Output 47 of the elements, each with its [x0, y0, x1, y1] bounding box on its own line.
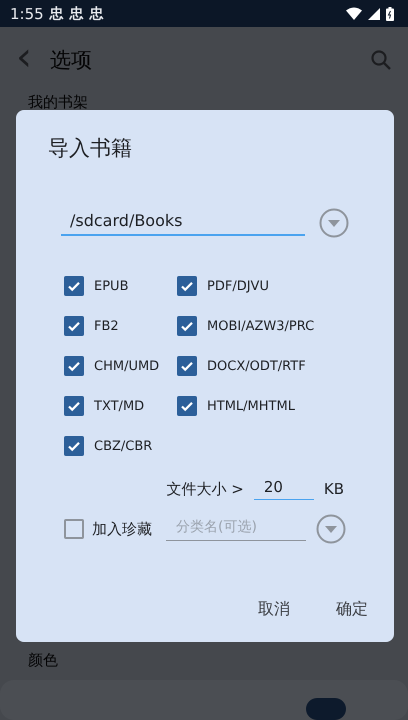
check-icon [180, 319, 194, 333]
notification-icon: 忠 [70, 4, 84, 22]
section-title: 颜色 [28, 651, 59, 670]
toggle-switch[interactable] [306, 698, 346, 720]
path-field[interactable]: /sdcard/Books [61, 210, 305, 236]
checkbox[interactable] [64, 436, 84, 456]
notification-icon: 忠 [90, 4, 104, 22]
check-icon [67, 439, 81, 453]
checkbox[interactable] [64, 316, 84, 336]
notification-icon: 忠 [50, 4, 64, 22]
page-title: 选项 [50, 47, 93, 74]
checkbox-label: MOBI/AZW3/PRC [207, 318, 314, 334]
checkbox[interactable] [177, 396, 197, 416]
checkbox-label: PDF/DJVU [207, 278, 269, 294]
signal-icon [368, 8, 380, 20]
checkbox-label: HTML/MHTML [207, 398, 295, 414]
wifi-icon [346, 7, 362, 20]
ok-button[interactable]: 确定 [324, 591, 380, 628]
checkbox[interactable] [64, 519, 84, 539]
file-size-label: 文件大小 > [166, 480, 244, 498]
checkbox-label: EPUB [94, 278, 128, 294]
checkbox-label: TXT/MD [94, 398, 144, 414]
check-icon [67, 399, 81, 413]
status-time: 1:55 [10, 4, 44, 22]
check-icon [180, 279, 194, 293]
size-field[interactable]: 20 [254, 478, 314, 500]
dialog-title: 导入书籍 [48, 135, 133, 162]
checkbox[interactable] [177, 356, 197, 376]
checkbox-label: DOCX/ODT/RTF [207, 358, 306, 374]
checkbox-label: FB2 [94, 318, 119, 334]
section-title: 我的书架 [28, 93, 89, 112]
checkbox[interactable] [64, 276, 84, 296]
check-icon [180, 359, 194, 373]
checkbox[interactable] [177, 276, 197, 296]
checkbox[interactable] [64, 396, 84, 416]
check-icon [67, 319, 81, 333]
checkbox-label: CHM/UMD [94, 358, 160, 374]
cancel-button[interactable]: 取消 [246, 591, 302, 628]
checkbox-label: CBZ/CBR [94, 438, 152, 454]
unit-label: KB [324, 480, 344, 498]
checkbox[interactable] [64, 356, 84, 376]
checkbox[interactable] [177, 316, 197, 336]
check-icon [67, 359, 81, 373]
check-icon [180, 399, 194, 413]
check-icon [67, 279, 81, 293]
battery-icon [386, 6, 394, 20]
checkbox-label: 加入珍藏 [92, 520, 152, 538]
